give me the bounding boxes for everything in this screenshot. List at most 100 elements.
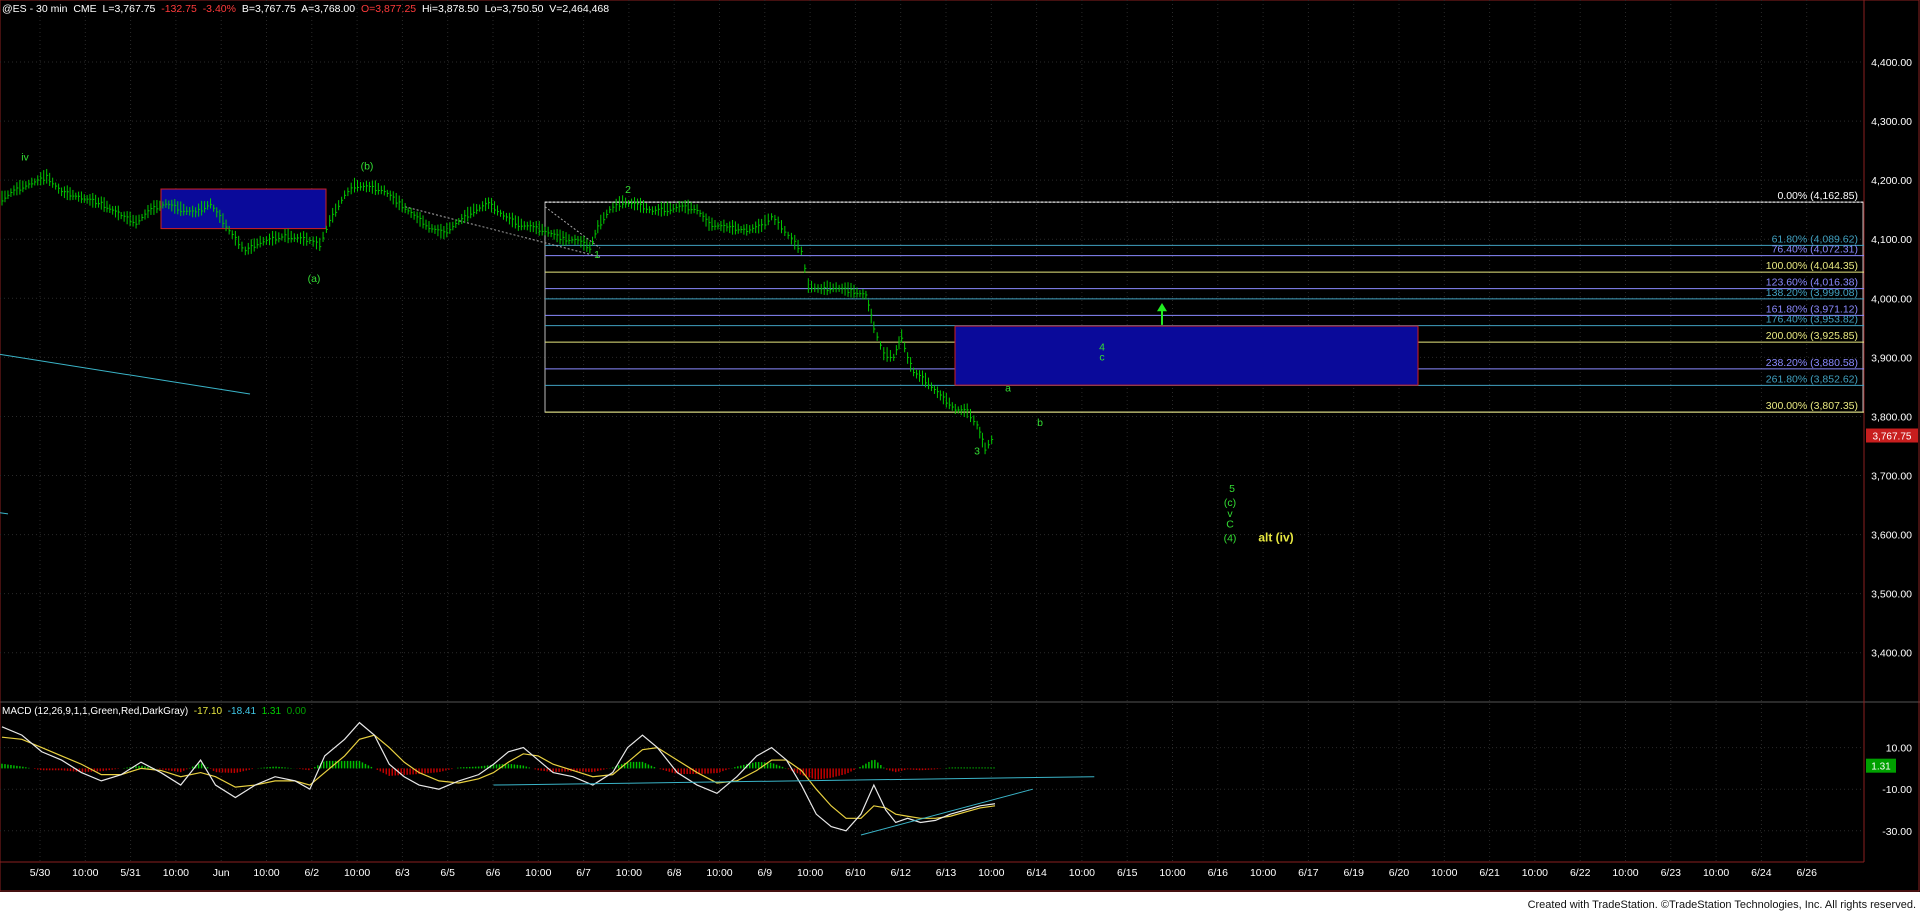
open-value: O=3,877.25 xyxy=(360,3,417,15)
wave-label: (b) xyxy=(361,161,374,173)
time-axis-label: 10:00 xyxy=(797,867,823,879)
price-axis-label: 4,100.00 xyxy=(1871,234,1912,246)
fib-level-label: 176.40% (3,953.82) xyxy=(1766,314,1858,326)
high-value: Hi=3,878.50 xyxy=(421,3,479,15)
wave-label: (a) xyxy=(308,273,321,285)
fib-level-label: 0.00% (4,162.85) xyxy=(1777,190,1858,202)
wave-label: alt (iv) xyxy=(1258,531,1293,545)
macd-label: MACD (12,26,9,1,1,Green,Red,DarkGray) xyxy=(2,706,189,717)
time-axis-label: 6/20 xyxy=(1389,867,1410,879)
price-axis-label: 3,500.00 xyxy=(1871,589,1912,601)
time-axis-label: 10:00 xyxy=(163,867,189,879)
time-axis-label: 10:00 xyxy=(1069,867,1095,879)
macd-axis-label: 10.00 xyxy=(1886,743,1912,755)
volume-value: V=2,464,468 xyxy=(549,3,610,15)
time-axis-label: 10:00 xyxy=(978,867,1004,879)
price-axis-label: 4,300.00 xyxy=(1871,116,1912,128)
wave-label: b xyxy=(1037,417,1043,429)
price-axis-label: 3,700.00 xyxy=(1871,471,1912,483)
time-axis-label: Jun xyxy=(213,867,230,879)
change-pct-value: -3.40% xyxy=(202,3,236,15)
time-axis-label: 6/6 xyxy=(486,867,501,879)
time-axis-label: 6/9 xyxy=(757,867,772,879)
symbol-label: @ES - 30 min CME xyxy=(2,3,97,15)
wave-label: 1 xyxy=(594,249,600,261)
time-axis-label: 10:00 xyxy=(1612,867,1638,879)
price-axis-label: 3,400.00 xyxy=(1871,648,1912,660)
time-axis-label: 6/19 xyxy=(1343,867,1364,879)
time-axis-label: 6/24 xyxy=(1751,867,1772,879)
wave-label: 3 xyxy=(974,445,980,457)
chart-background xyxy=(0,0,1920,892)
wave-box-target xyxy=(954,325,1419,386)
macd-header: MACD (12,26,9,1,1,Green,Red,DarkGray) -1… xyxy=(2,706,306,717)
time-axis-label: 6/23 xyxy=(1661,867,1682,879)
time-axis-label: 6/16 xyxy=(1208,867,1229,879)
last-price-tag-label: 3,767.75 xyxy=(1873,432,1912,443)
time-axis-label: 5/31 xyxy=(120,867,141,879)
bid-value: B=3,767.75 xyxy=(241,3,296,15)
last-price-value: L=3,767.75 xyxy=(102,3,156,15)
macd-axis-label: -30.00 xyxy=(1882,826,1912,838)
wave-label: c xyxy=(1099,351,1104,363)
time-axis-label: 6/26 xyxy=(1796,867,1817,879)
fib-level-label: 200.00% (3,925.85) xyxy=(1766,330,1858,342)
time-axis-label: 6/10 xyxy=(845,867,866,879)
fib-level-label: 238.20% (3,880.58) xyxy=(1766,357,1858,369)
time-axis-label: 6/14 xyxy=(1026,867,1047,879)
low-value: Lo=3,750.50 xyxy=(484,3,544,15)
price-axis-label: 4,000.00 xyxy=(1871,293,1912,305)
time-axis-label: 6/8 xyxy=(667,867,682,879)
wave-label: C xyxy=(1226,519,1234,531)
time-axis-label: 6/7 xyxy=(576,867,591,879)
macd-hist-value: 1.31 xyxy=(261,706,282,717)
wave-label: (4) xyxy=(1224,533,1237,545)
wave-box-left xyxy=(160,188,327,230)
macd-axis-label: -10.00 xyxy=(1882,784,1912,796)
price-axis-label: 4,400.00 xyxy=(1871,57,1912,69)
wave-label: 5 xyxy=(1229,483,1235,495)
time-axis-label: 10:00 xyxy=(1431,867,1457,879)
time-axis-label: 10:00 xyxy=(72,867,98,879)
time-axis-label: 10:00 xyxy=(706,867,732,879)
time-axis-label: 6/12 xyxy=(890,867,911,879)
time-axis-label: 6/3 xyxy=(395,867,410,879)
credit-line: Created with TradeStation. ©TradeStation… xyxy=(1527,899,1916,911)
macd-signal-value: -18.41 xyxy=(227,706,257,717)
time-axis-label: 10:00 xyxy=(525,867,551,879)
fib-level-label: 300.00% (3,807.35) xyxy=(1766,400,1858,412)
macd-value: -17.10 xyxy=(193,706,223,717)
macd-zero-value: 0.00 xyxy=(286,706,307,717)
time-axis-label: 10:00 xyxy=(1159,867,1185,879)
time-axis-label: 10:00 xyxy=(616,867,642,879)
wave-label: a xyxy=(1005,383,1011,395)
time-axis-label: 6/5 xyxy=(440,867,455,879)
change-value: -132.75 xyxy=(161,3,197,15)
time-axis-label: 10:00 xyxy=(344,867,370,879)
price-axis-label: 3,800.00 xyxy=(1871,411,1912,423)
time-axis-label: 6/2 xyxy=(304,867,319,879)
chart-header: @ES - 30 min CME L=3,767.75 -132.75 -3.4… xyxy=(2,3,609,15)
wave-label: 2 xyxy=(625,184,631,196)
time-axis-label: 10:00 xyxy=(1522,867,1548,879)
wave-label: iv xyxy=(21,152,29,164)
ask-value: A=3,768.00 xyxy=(301,3,356,15)
fib-level-label: 100.00% (4,044.35) xyxy=(1766,260,1858,272)
fib-level-label: 138.20% (3,999.08) xyxy=(1766,287,1858,299)
price-axis-label: 3,900.00 xyxy=(1871,352,1912,364)
time-axis-label: 6/21 xyxy=(1479,867,1500,879)
time-axis-label: 10:00 xyxy=(1703,867,1729,879)
time-axis-label: 6/13 xyxy=(936,867,957,879)
time-axis-label: 6/22 xyxy=(1570,867,1591,879)
price-axis-label: 3,600.00 xyxy=(1871,530,1912,542)
time-axis-label: 6/17 xyxy=(1298,867,1319,879)
macd-value-tag-label: 1.31 xyxy=(1871,762,1891,773)
price-chart[interactable]: 5/30 10:00 5/31 10:00 Jun 10:00 6/2 10:00 6/3 6/5… xyxy=(0,0,1920,912)
time-axis-label: 5/30 xyxy=(30,867,51,879)
time-axis-label: 10:00 xyxy=(1250,867,1276,879)
fib-level-label: 261.80% (3,852.62) xyxy=(1766,373,1858,385)
price-axis-label: 4,200.00 xyxy=(1871,175,1912,187)
fib-level-label: 76.40% (4,072.31) xyxy=(1772,244,1858,256)
time-axis-label: 6/15 xyxy=(1117,867,1138,879)
time-axis-label: 10:00 xyxy=(253,867,279,879)
